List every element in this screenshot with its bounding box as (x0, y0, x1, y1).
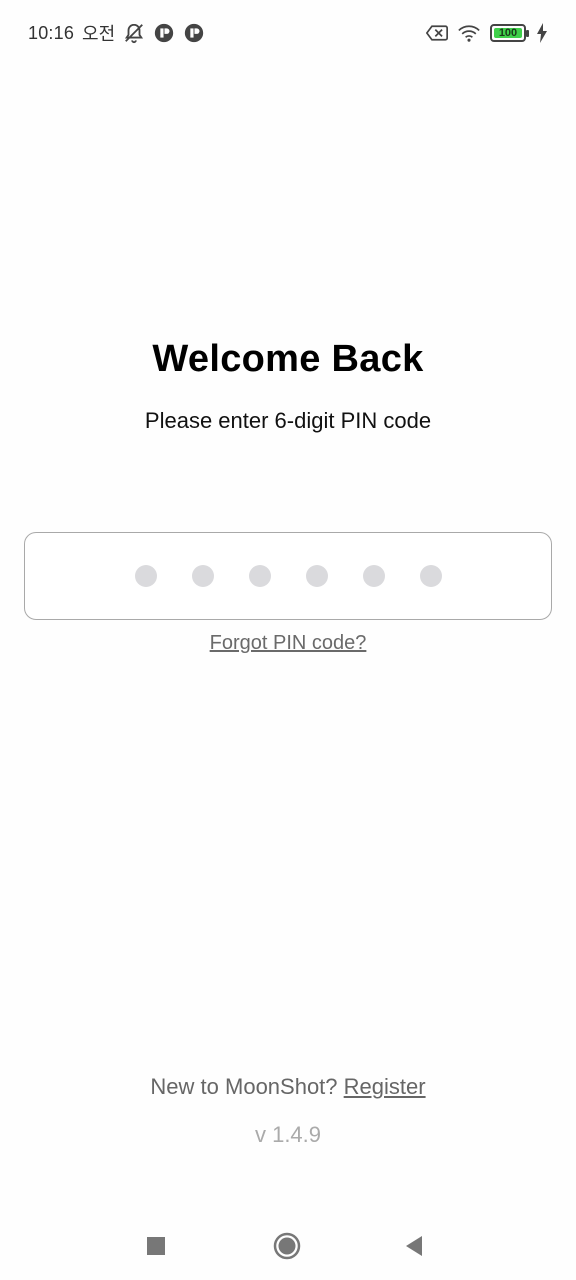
register-link[interactable]: Register (344, 1074, 426, 1099)
wifi-icon (458, 22, 480, 44)
pin-input[interactable] (24, 532, 552, 620)
pin-login-screen: 10:16 오전 100 Welcome Back Please enter 6… (0, 0, 576, 1280)
pin-dot (305, 565, 328, 587)
back-icon[interactable] (396, 1228, 432, 1264)
data-saver-icon (426, 22, 448, 44)
pin-dot (419, 565, 442, 587)
recent-apps-icon[interactable] (138, 1228, 174, 1264)
app-version: v 1.4.9 (254, 1122, 322, 1147)
app-notification-icon (183, 22, 205, 44)
register-row: New to MoonShot? Register (0, 1074, 576, 1100)
page-title: Welcome Back (152, 338, 424, 380)
register-prompt: New to MoonShot? (150, 1074, 338, 1099)
page-subtitle: Please enter 6-digit PIN code (144, 408, 432, 433)
status-right: 100 (426, 20, 548, 46)
forgot-pin-row: Forgot PIN code? (0, 632, 576, 655)
home-icon[interactable] (269, 1228, 305, 1264)
status-ampm: 오전 (82, 24, 116, 44)
app-notification-icon (153, 22, 175, 44)
system-nav-bar (0, 1218, 576, 1274)
forgot-pin-link[interactable]: Forgot PIN code? (210, 632, 367, 654)
battery-level: 100 (498, 27, 518, 39)
pin-dot (362, 565, 385, 587)
status-left: 10:16 오전 (28, 20, 205, 46)
bell-off-icon (123, 22, 145, 44)
pin-dot (191, 565, 214, 587)
status-bar: 10:16 오전 100 (0, 0, 576, 64)
pin-dot (134, 565, 157, 587)
charging-icon (536, 22, 548, 44)
pin-dot (248, 565, 271, 587)
status-time: 10:16 (28, 22, 75, 43)
battery-icon: 100 (490, 24, 529, 42)
